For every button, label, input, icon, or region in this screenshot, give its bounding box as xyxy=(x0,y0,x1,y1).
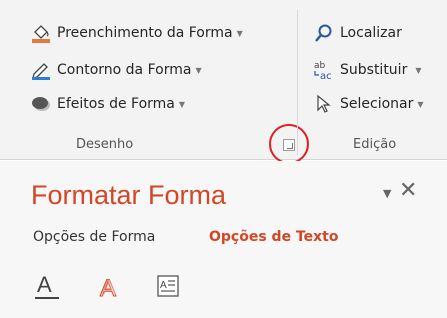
dialog-launcher-icon[interactable] xyxy=(283,139,295,151)
pane-options-chevron-icon[interactable]: ▼ xyxy=(383,187,391,200)
svg-text:A: A xyxy=(37,272,52,297)
group-label-edicao: Edição xyxy=(353,137,397,152)
search-icon xyxy=(313,22,335,44)
replace-icon: ab ac xyxy=(313,59,335,81)
paint-bucket-icon xyxy=(30,22,52,44)
text-effects-icon[interactable]: A A xyxy=(97,272,123,303)
chevron-down-icon: ▼ xyxy=(195,65,202,75)
find-label: Localizar xyxy=(340,25,402,41)
cursor-arrow-icon xyxy=(313,93,335,115)
svg-text:A: A xyxy=(102,277,116,299)
find-button[interactable]: Localizar xyxy=(313,20,402,46)
chevron-down-icon: ▼ xyxy=(415,65,422,75)
chevron-down-icon: ▼ xyxy=(417,99,424,109)
select-button[interactable]: Selecionar ▼ xyxy=(313,91,424,117)
svg-text:ac: ac xyxy=(320,71,332,81)
text-fill-outline-icon[interactable]: A xyxy=(34,272,60,302)
shape-outline-label: Contorno da Forma xyxy=(57,62,192,78)
group-label-desenho: Desenho xyxy=(76,137,134,152)
textbox-icon[interactable]: A xyxy=(156,272,182,302)
replace-label: Substituir xyxy=(340,62,408,78)
pane-title: Formatar Forma xyxy=(31,180,227,210)
shape-fill-label: Preenchimento da Forma xyxy=(57,25,233,41)
svg-text:ab: ab xyxy=(314,61,326,71)
tab-text-options[interactable]: Opções de Texto xyxy=(209,229,338,245)
shape-effects-icon xyxy=(30,93,52,115)
svg-text:A: A xyxy=(160,280,167,291)
close-icon[interactable]: ✕ xyxy=(399,178,417,203)
format-shape-pane: Formatar Forma ▼ ✕ Opções de Forma Opçõe… xyxy=(0,161,447,318)
shape-effects-label: Efeitos de Forma xyxy=(57,96,175,112)
group-separator xyxy=(297,10,298,155)
shape-outline-button[interactable]: Contorno da Forma ▼ xyxy=(30,57,202,83)
shape-fill-button[interactable]: Preenchimento da Forma ▼ xyxy=(30,20,243,46)
replace-button[interactable]: ab ac Substituir ▼ xyxy=(313,57,421,83)
ribbon: Preenchimento da Forma ▼ Contorno da For… xyxy=(0,0,447,164)
chevron-down-icon: ▼ xyxy=(236,28,243,38)
tab-shape-options[interactable]: Opções de Forma xyxy=(33,229,155,245)
pencil-outline-icon xyxy=(30,59,52,81)
shape-effects-button[interactable]: Efeitos de Forma ▼ xyxy=(30,91,185,117)
select-label: Selecionar xyxy=(340,96,414,112)
chevron-down-icon: ▼ xyxy=(178,99,186,109)
